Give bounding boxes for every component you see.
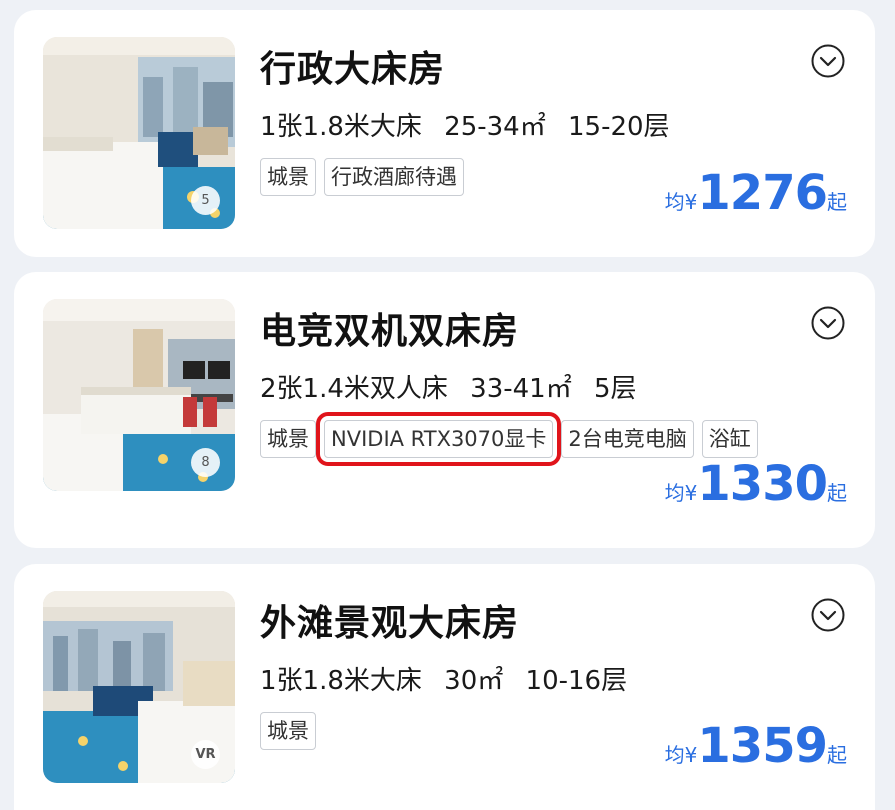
- tag-list: 城景 行政酒廊待遇: [260, 158, 464, 196]
- price-value: 1330: [697, 456, 828, 512]
- photo-count-badge: 8: [191, 448, 220, 477]
- room-specs: 1张1.8米大床 25-34㎡ 15-20层: [260, 106, 684, 143]
- room-specs: 2张1.4米双人床 33-41㎡ 5层: [260, 368, 651, 405]
- chevron-down-circle-icon[interactable]: [811, 44, 845, 78]
- bed-info: 1张1.8米大床: [260, 666, 422, 696]
- price-prefix: 均¥: [664, 190, 698, 214]
- room-card[interactable]: 5 行政大床房 1张1.8米大床 25-34㎡ 15-20层 城景 行政酒廊待遇…: [14, 10, 875, 257]
- room-title: 行政大床房: [260, 49, 446, 90]
- tag-highlighted: NVIDIA RTX3070显卡: [315, 412, 562, 466]
- tag: 城景: [260, 420, 316, 458]
- room-title: 电竞双机双床房: [260, 311, 520, 352]
- tag-list: 城景: [260, 712, 316, 750]
- room-photo[interactable]: 5: [43, 37, 235, 229]
- price: 均¥1359起: [665, 718, 847, 774]
- tag-list: 城景 NVIDIA RTX3070显卡 2台电竞电脑 浴缸: [260, 412, 758, 466]
- chevron-down-circle-icon[interactable]: [811, 306, 845, 340]
- tag: 城景: [260, 712, 316, 750]
- room-card[interactable]: 8 电竞双机双床房 2张1.4米双人床 33-41㎡ 5层 城景 NVIDIA …: [14, 272, 875, 548]
- price-suffix: 起: [827, 481, 847, 505]
- tag: 浴缸: [701, 420, 758, 458]
- room-card[interactable]: VR 外滩景观大床房 1张1.8米大床 30㎡ 10-16层 城景 均¥1359…: [14, 564, 875, 810]
- area-info: 30㎡: [444, 666, 504, 696]
- price-prefix: 均¥: [664, 743, 698, 767]
- tag: 行政酒廊待遇: [324, 158, 464, 196]
- price-suffix: 起: [827, 190, 847, 214]
- chevron-down-circle-icon[interactable]: [811, 598, 845, 632]
- floor-info: 15-20层: [568, 112, 670, 142]
- price-value: 1359: [697, 718, 828, 774]
- area-info: 25-34㎡: [444, 112, 546, 142]
- floor-info: 10-16层: [525, 666, 628, 696]
- area-info: 33-41㎡: [470, 374, 572, 404]
- price-prefix: 均¥: [664, 481, 698, 505]
- bed-info: 1张1.8米大床: [260, 112, 422, 142]
- room-title: 外滩景观大床房: [260, 603, 520, 644]
- photo-count-badge: 5: [191, 186, 220, 215]
- vr-badge: VR: [191, 740, 220, 769]
- tag: 城景: [260, 158, 316, 196]
- floor-info: 5层: [594, 374, 637, 404]
- price-suffix: 起: [827, 743, 847, 767]
- bed-info: 2张1.4米双人床: [260, 374, 448, 404]
- price-value: 1276: [697, 165, 828, 221]
- room-photo[interactable]: VR: [43, 591, 235, 783]
- room-photo[interactable]: 8: [43, 299, 235, 491]
- room-specs: 1张1.8米大床 30㎡ 10-16层: [260, 660, 641, 697]
- tag: 2台电竞电脑: [561, 420, 694, 458]
- price: 均¥1276起: [665, 165, 847, 221]
- price: 均¥1330起: [665, 456, 847, 512]
